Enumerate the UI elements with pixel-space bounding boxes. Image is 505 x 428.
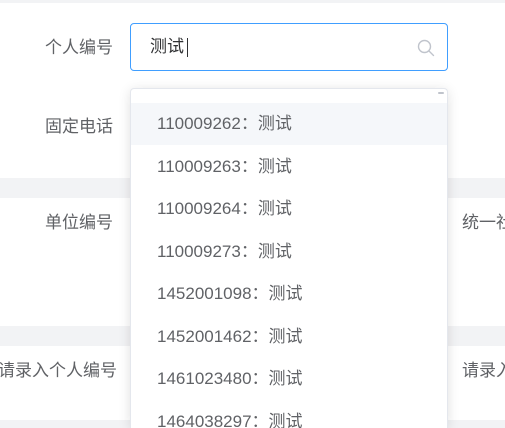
dropdown-option[interactable]: 110009262：测试	[131, 103, 447, 145]
text-caret	[187, 38, 188, 57]
search-input-value[interactable]: 测试	[150, 36, 184, 58]
unified-credit-label: 统一社	[462, 213, 505, 232]
unit-id-label: 单位编号	[45, 213, 113, 232]
dropdown-option[interactable]: 1452001462：测试	[131, 316, 447, 358]
autocomplete-dropdown[interactable]: 110009262：测试 110009263：测试 110009264：测试 1100…	[130, 88, 448, 428]
dropdown-option[interactable]: 110009263：测试	[131, 146, 447, 188]
search-icon[interactable]	[417, 39, 435, 57]
personal-id-prompt: 请录入个人编号	[0, 361, 117, 380]
dropdown-option[interactable]: 110009273：测试	[131, 231, 447, 273]
dropdown-option[interactable]: 1461023480：测试	[131, 358, 447, 400]
dropdown-option[interactable]: 1452001098：测试	[131, 273, 447, 315]
landline-label: 固定电话	[45, 117, 113, 136]
personal-id-label: 个人编号	[45, 38, 113, 57]
dropdown-option[interactable]: 110009264：测试	[131, 188, 447, 230]
top-band	[0, 0, 505, 3]
right-prompt: 请录入	[462, 361, 505, 380]
dropdown-scrollbar[interactable]	[438, 92, 444, 94]
dropdown-option[interactable]: 1464038297：测试	[131, 401, 447, 428]
personal-id-search-input[interactable]: 测试	[130, 23, 448, 71]
